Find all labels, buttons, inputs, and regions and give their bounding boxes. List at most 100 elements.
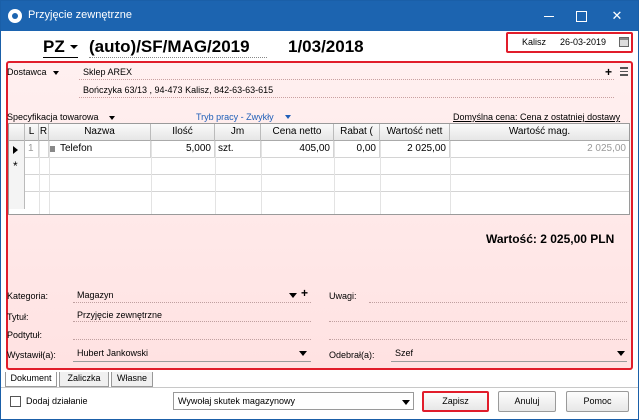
cell-stock-value[interactable]: 2 025,00 — [450, 141, 629, 158]
issue-place-date-field[interactable]: Kalisz 26-03-2019 — [506, 32, 633, 53]
supplier-list-icon[interactable] — [620, 67, 628, 76]
column-header-price[interactable]: Cena netto — [261, 124, 334, 141]
close-button[interactable]: ✕ — [601, 1, 633, 31]
document-type-selector[interactable]: PZ — [43, 37, 65, 57]
issue-date[interactable]: 26-03-2019 — [560, 37, 606, 47]
new-table-row[interactable]: * — [9, 158, 629, 175]
document-number[interactable]: (auto)/SF/MAG/2019 — [89, 37, 250, 57]
supplier-label[interactable]: Dostawca — [7, 67, 47, 77]
received-by-value[interactable]: Szef — [395, 348, 413, 358]
main-highlight-panel — [6, 61, 633, 370]
add-action-checkbox[interactable] — [10, 396, 21, 407]
calendar-icon[interactable] — [619, 37, 629, 47]
supplier-address[interactable]: Bończyka 63/13 , 94-473 Kalisz, 842-63-6… — [83, 85, 273, 95]
title-label: Tytuł: — [7, 312, 29, 322]
subtitle-input[interactable] — [73, 339, 311, 340]
title-bar[interactable]: Przyjęcie zewnętrzne ✕ — [1, 1, 638, 31]
empty-table-row[interactable] — [9, 175, 629, 192]
tab-custom[interactable]: Własne — [111, 372, 153, 387]
add-category-plus-icon[interactable]: + — [301, 286, 308, 300]
help-button[interactable]: Pomoc — [566, 391, 629, 412]
cell-net-value[interactable]: 2 025,00 — [380, 141, 450, 158]
category-underline — [73, 302, 311, 303]
document-date[interactable]: 1/03/2018 — [288, 37, 364, 57]
table-row[interactable]: 1 Telefon 5,000 szt. 405,00 0,00 2 025,0… — [9, 141, 629, 158]
supplier-name[interactable]: Sklep AREX — [83, 67, 132, 77]
issued-by-underline — [73, 361, 311, 362]
new-row-asterisk-icon: * — [13, 159, 18, 173]
row-indicator[interactable] — [9, 175, 25, 192]
chevron-down-icon[interactable] — [53, 71, 59, 75]
chevron-down-icon[interactable] — [70, 45, 78, 49]
work-mode-link[interactable]: Tryb pracy - Zwykły — [196, 112, 274, 122]
warehouse-effect-select[interactable]: Wywołaj skutek magazynowy — [173, 392, 414, 410]
supplier-divider — [79, 79, 614, 80]
document-type-underline — [43, 57, 78, 58]
chevron-down-icon[interactable] — [617, 351, 625, 356]
tab-document[interactable]: Dokument — [5, 372, 57, 387]
add-action-label[interactable]: Dodaj działanie — [26, 396, 88, 406]
grid-column-line — [380, 141, 381, 214]
notes-input-line-3[interactable] — [329, 339, 627, 340]
received-by-underline — [391, 361, 627, 362]
minimize-button[interactable] — [533, 1, 565, 31]
save-button[interactable]: Zapisz — [422, 391, 489, 412]
category-value[interactable]: Magazyn — [77, 290, 114, 300]
chevron-down-icon[interactable] — [402, 400, 410, 405]
app-logo-icon — [8, 9, 22, 23]
grid-column-line — [39, 141, 40, 214]
receipt-window: Przyjęcie zewnętrzne ✕ PZ (auto)/SF/MAG/… — [0, 0, 639, 420]
row-indicator[interactable] — [9, 192, 25, 209]
cell-price[interactable]: 405,00 — [261, 141, 334, 158]
grid-column-line — [151, 141, 152, 214]
column-header-stock-value[interactable]: Wartość mag. — [450, 124, 629, 141]
cell-lp[interactable]: 1 — [25, 141, 39, 158]
issued-by-value[interactable]: Hubert Jankowski — [77, 348, 148, 358]
notes-input-line-2[interactable] — [329, 321, 627, 322]
issue-place[interactable]: Kalisz — [522, 37, 546, 47]
subtitle-label: Podtytuł: — [7, 330, 43, 340]
column-header-unit[interactable]: Jm — [215, 124, 261, 141]
column-header-discount[interactable]: Rabat ( — [334, 124, 380, 141]
empty-table-row[interactable] — [9, 192, 629, 209]
grid-column-line — [334, 141, 335, 214]
column-header-net-value[interactable]: Wartość nett — [380, 124, 450, 141]
chevron-down-icon[interactable] — [109, 116, 115, 120]
column-header-qty[interactable]: Ilość — [151, 124, 215, 141]
add-supplier-plus-icon[interactable]: + — [605, 65, 612, 79]
footer-divider — [1, 387, 638, 388]
received-by-label: Odebrał(a): — [329, 350, 375, 360]
window-title: Przyjęcie zewnętrzne — [28, 9, 132, 21]
notes-input[interactable] — [369, 302, 627, 303]
chevron-down-icon[interactable] — [285, 115, 291, 119]
cell-qty[interactable]: 5,000 — [151, 141, 215, 158]
grid-header: L R Nazwa Ilość Jm Cena netto Rabat ( Wa… — [9, 124, 629, 141]
supplier-divider — [79, 97, 614, 98]
title-input[interactable]: Przyjęcie zewnętrzne — [77, 310, 162, 320]
column-header-r[interactable]: R — [39, 124, 49, 141]
tab-advance[interactable]: Zaliczka — [59, 372, 109, 387]
issued-by-label: Wystawił(a): — [7, 350, 56, 360]
row-indicator[interactable]: * — [9, 158, 25, 175]
specification-label[interactable]: Specyfikacja towarowa — [7, 112, 99, 122]
chevron-down-icon[interactable] — [289, 293, 297, 298]
grid-column-line — [215, 141, 216, 214]
warehouse-effect-value: Wywołaj skutek magazynowy — [178, 396, 295, 406]
grid-column-line — [49, 141, 50, 214]
maximize-button[interactable] — [565, 1, 597, 31]
grid-column-line — [450, 141, 451, 214]
cell-r[interactable] — [39, 141, 49, 158]
current-row-pointer-icon — [13, 146, 18, 154]
column-header-lp[interactable]: L — [25, 124, 39, 141]
document-number-underline — [89, 57, 267, 58]
items-grid[interactable]: L R Nazwa Ilość Jm Cena netto Rabat ( Wa… — [8, 123, 630, 215]
row-indicator[interactable] — [9, 141, 25, 158]
category-label: Kategoria: — [7, 291, 49, 301]
default-price-link[interactable]: Domyślna cena: Cena z ostatniej dostawy — [453, 112, 620, 122]
cell-discount[interactable]: 0,00 — [334, 141, 380, 158]
cell-name[interactable]: Telefon — [57, 141, 151, 158]
cell-unit[interactable]: szt. — [215, 141, 261, 158]
cancel-button[interactable]: Anuluj — [498, 391, 556, 412]
column-header-name[interactable]: Nazwa — [49, 124, 151, 141]
chevron-down-icon[interactable] — [299, 351, 307, 356]
